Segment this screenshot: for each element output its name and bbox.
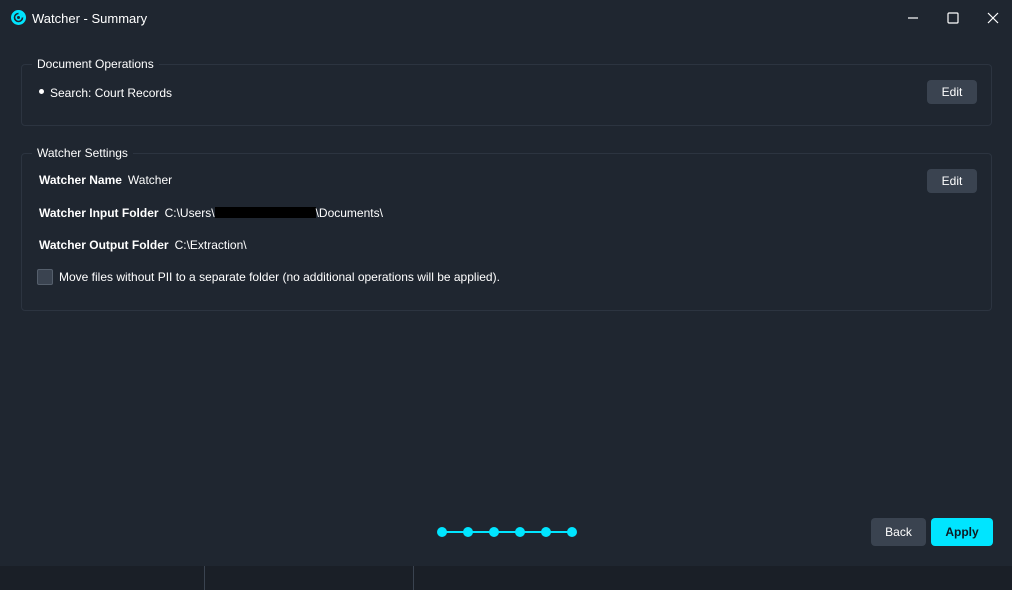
document-operations-group: Document Operations Search: Court Record… xyxy=(21,57,992,126)
title-bar: Watcher - Summary xyxy=(0,0,1012,36)
watcher-input-folder-label: Watcher Input Folder xyxy=(39,206,159,220)
watcher-name-label: Watcher Name xyxy=(39,173,122,187)
bullet-icon xyxy=(39,89,44,94)
minimize-icon xyxy=(908,17,918,19)
maximize-button[interactable] xyxy=(933,0,973,36)
operation-text: Search: Court Records xyxy=(50,86,173,100)
redacted-block xyxy=(214,207,316,218)
watcher-name-value: Watcher xyxy=(127,173,173,187)
back-button[interactable]: Back xyxy=(871,518,926,546)
step-dot-3 xyxy=(489,527,499,537)
taskbar-divider xyxy=(204,566,205,590)
watcher-input-folder-row: Watcher Input Folder C:\Users\ \Documents\ xyxy=(39,206,383,220)
watcher-input-folder-prefix: C:\Users\ xyxy=(164,206,215,220)
watcher-output-folder-label: Watcher Output Folder xyxy=(39,238,169,252)
watcher-settings-label: Watcher Settings xyxy=(32,146,133,160)
step-dot-5 xyxy=(541,527,551,537)
watcher-output-folder-row: Watcher Output Folder C:\Extraction\ xyxy=(39,238,247,252)
stepper-line xyxy=(442,531,572,533)
step-dot-4 xyxy=(515,527,525,537)
step-dot-6 xyxy=(567,527,577,537)
taskbar-divider xyxy=(413,566,414,590)
list-item: Search: Court Records xyxy=(39,86,172,100)
edit-document-operations-button[interactable]: Edit xyxy=(927,80,977,104)
watcher-summary-window: Watcher - Summary Document Operations Se… xyxy=(0,0,1012,590)
apply-button[interactable]: Apply xyxy=(931,518,993,546)
minimize-button[interactable] xyxy=(893,0,933,36)
move-files-label: Move files without PII to a separate fol… xyxy=(59,270,500,284)
watcher-name-row: Watcher Name Watcher xyxy=(39,173,172,187)
move-files-option: Move files without PII to a separate fol… xyxy=(37,269,500,285)
step-dot-1 xyxy=(437,527,447,537)
step-dot-2 xyxy=(463,527,473,537)
watcher-settings-group: Watcher Settings Watcher Name Watcher Wat… xyxy=(21,146,992,311)
watcher-output-folder-value: C:\Extraction\ xyxy=(174,238,247,252)
maximize-icon xyxy=(947,12,959,24)
window-title: Watcher - Summary xyxy=(32,11,148,26)
move-files-checkbox[interactable] xyxy=(37,269,53,285)
watcher-input-folder-suffix: \Documents\ xyxy=(315,206,383,220)
wizard-stepper xyxy=(437,526,577,538)
edit-watcher-settings-button[interactable]: Edit xyxy=(927,169,977,193)
taskbar-strip xyxy=(0,566,1012,590)
app-logo-icon xyxy=(11,10,26,25)
document-operations-label: Document Operations xyxy=(32,57,159,71)
close-button[interactable] xyxy=(973,0,1012,36)
close-icon xyxy=(987,12,999,24)
